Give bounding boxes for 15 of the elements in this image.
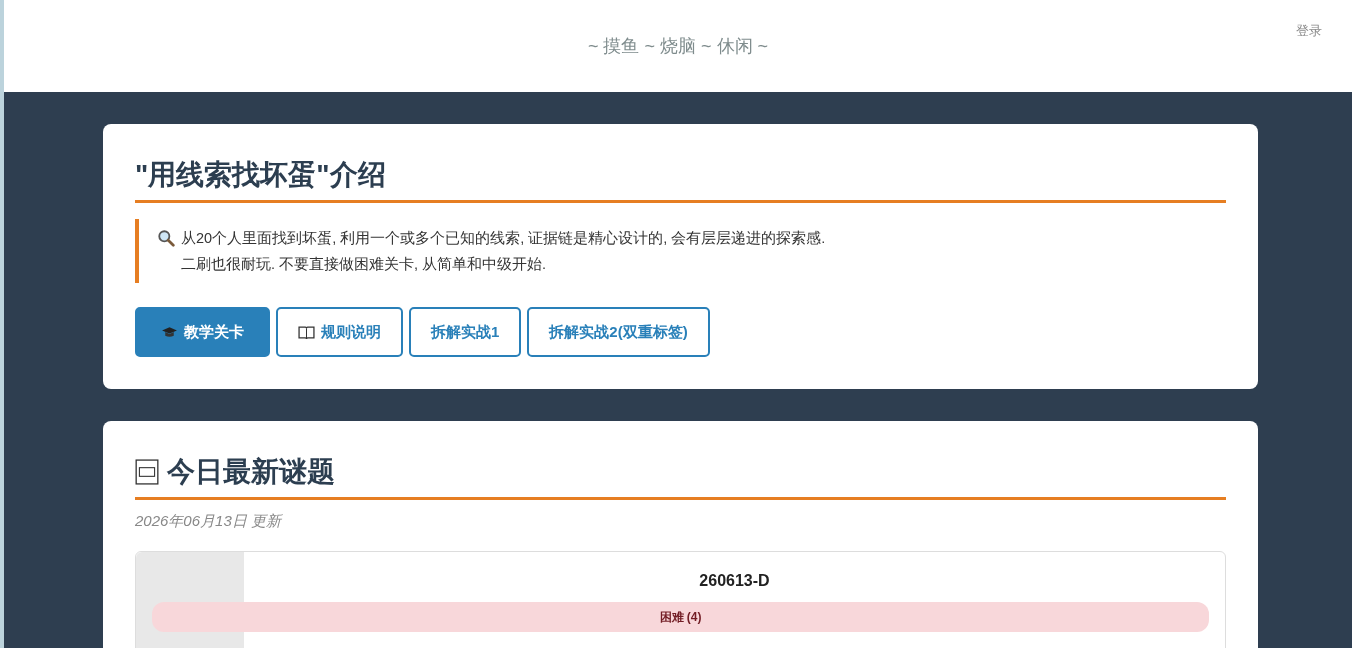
intro-text: 从20个人里面找到坏蛋, 利用一个或多个已知的线索, 证据链是精心设计的, 会有层层递进的探索感. 二刷也很耐玩. 不要直接做困难关卡, 从简单和中级开始. (181, 229, 827, 274)
link-button[interactable]: 拆解实战1 (409, 307, 522, 357)
puzzle-card[interactable]: 260613-D 困难 (4) (135, 551, 1226, 648)
new-badge-icon (135, 459, 159, 485)
puzzle-code: 260613-D (698, 572, 771, 590)
site-tagline: ~ 摸鱼 ~ 烧脑 ~ 休闲 ~ (587, 35, 769, 58)
difficulty-badge: 困难 (4) (152, 602, 1209, 632)
link-button[interactable]: 规则说明 (276, 307, 403, 357)
login-link[interactable]: 登录 (1296, 22, 1322, 40)
link-button[interactable]: 拆解实战2(双重标签) (527, 307, 710, 357)
link-button[interactable]: 教学关卡 (135, 307, 270, 357)
section-title: "用线索找坏蛋"介绍 (135, 156, 1226, 203)
update-date: 2026年06月13日 更新 (135, 512, 284, 531)
magnifier-icon (157, 229, 175, 247)
section-title: 今日最新谜题 (167, 455, 335, 489)
